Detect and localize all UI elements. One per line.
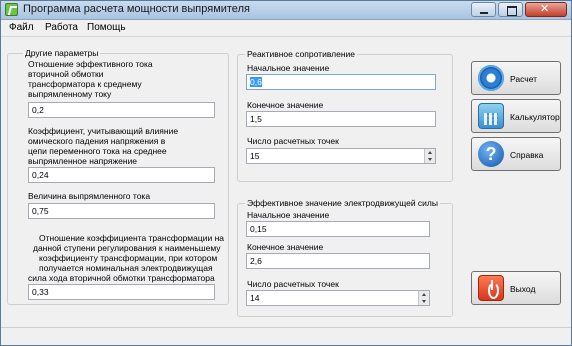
help-button[interactable]: ? Справка (471, 137, 561, 171)
reactive-end-input[interactable]: 1,5 (246, 111, 436, 127)
menu-help[interactable]: Помощь (87, 22, 126, 33)
title-bar[interactable]: Программа расчета мощности выпрямителя (1, 1, 571, 20)
param1-label-line4: выпрямленному току (28, 89, 112, 99)
param4-label-line1: Отношение коэффициента трансформации на (39, 233, 224, 243)
emf-points-value: 14 (250, 293, 260, 303)
param4-input[interactable]: 0,33 (28, 284, 215, 300)
emf-title: Эффективное значение электродвижущей сил… (245, 198, 440, 208)
window-title: Программа расчета мощности выпрямителя (23, 3, 250, 15)
emf-points-spinner[interactable]: 14 (246, 290, 430, 306)
calculator-icon (478, 103, 504, 129)
reactive-start-value: 0,6 (250, 77, 262, 87)
maximize-button[interactable] (498, 2, 523, 17)
emf-start-input[interactable]: 0,15 (246, 221, 430, 237)
emf-end-label: Конечное значение (247, 242, 324, 252)
spin-down-icon[interactable] (419, 298, 429, 305)
help-button-label: Справка (510, 150, 544, 160)
reactive-points-spinner[interactable]: 15 (246, 148, 436, 164)
main-window: Программа расчета мощности выпрямителя Ф… (0, 0, 572, 346)
param2-label-line2: омического падения напряжения в (28, 136, 166, 146)
minimize-button[interactable] (471, 2, 496, 17)
param4-label-line2: данной ступени регулирования к наименьше… (33, 243, 221, 253)
gear-icon (478, 65, 504, 91)
spin-down-icon[interactable] (425, 156, 435, 163)
emf-points-label: Число расчетных точек (247, 279, 339, 289)
menu-bar: Файл Работа Помощь (1, 20, 571, 37)
param2-input[interactable]: 0,24 (28, 167, 215, 183)
param1-input[interactable]: 0,2 (28, 102, 215, 118)
app-icon (5, 3, 18, 16)
menu-file[interactable]: Файл (9, 22, 34, 33)
reactive-start-label: Начальное значение (247, 63, 330, 73)
param3-label: Величина выпрямленного тока (28, 191, 151, 201)
param1-label-line2: вторичной обмотки (28, 69, 104, 79)
other-params-title: Другие параметры (23, 48, 101, 58)
caption-buttons (471, 2, 567, 17)
param2-label-line1: Коэффициент, учитывающий влияние (28, 126, 179, 136)
param4-label-line3: коэффициенту трансформации, при котором (39, 253, 218, 263)
reactive-points-label: Число расчетных точек (247, 136, 339, 146)
reactive-points-spin-buttons (424, 149, 435, 163)
spin-up-icon[interactable] (425, 149, 435, 156)
param2-label-line3: цепи переменного тока на среднее (28, 146, 167, 156)
emf-start-label: Начальное значение (247, 210, 330, 220)
close-button[interactable] (525, 2, 567, 17)
status-bar (1, 327, 571, 345)
calc-button-label: Расчет (510, 74, 538, 84)
param2-label-line4: выпрямленное напряжение (28, 156, 138, 166)
power-icon (478, 275, 504, 301)
spin-up-icon[interactable] (419, 291, 429, 298)
param4-label-line5: сила хода вторичной обмотки трансформато… (28, 273, 215, 283)
reactive-title: Реактивное сопротивление (245, 49, 357, 59)
calc-button[interactable]: Расчет (471, 61, 561, 95)
help-icon: ? (478, 141, 504, 167)
param3-input[interactable]: 0,75 (28, 203, 215, 219)
emf-points-spin-buttons (418, 291, 429, 305)
menu-work[interactable]: Работа (45, 22, 78, 33)
param4-label-line4: получается номинальная электродвижущая (39, 263, 213, 273)
param1-label-line1: Отношение эффективного тока (28, 59, 153, 69)
reactive-start-input[interactable]: 0,6 (246, 74, 436, 90)
reactive-points-value: 15 (250, 151, 260, 161)
emf-end-input[interactable]: 2,6 (246, 253, 430, 269)
param1-label-line3: трансформатора к среднему (28, 79, 142, 89)
reactive-end-label: Конечное значение (247, 100, 324, 110)
exit-button-label: Выход (510, 284, 536, 294)
calculator-button[interactable]: Калькулятор (471, 99, 561, 133)
exit-button[interactable]: Выход (471, 271, 561, 305)
calculator-button-label: Калькулятор (510, 112, 560, 122)
